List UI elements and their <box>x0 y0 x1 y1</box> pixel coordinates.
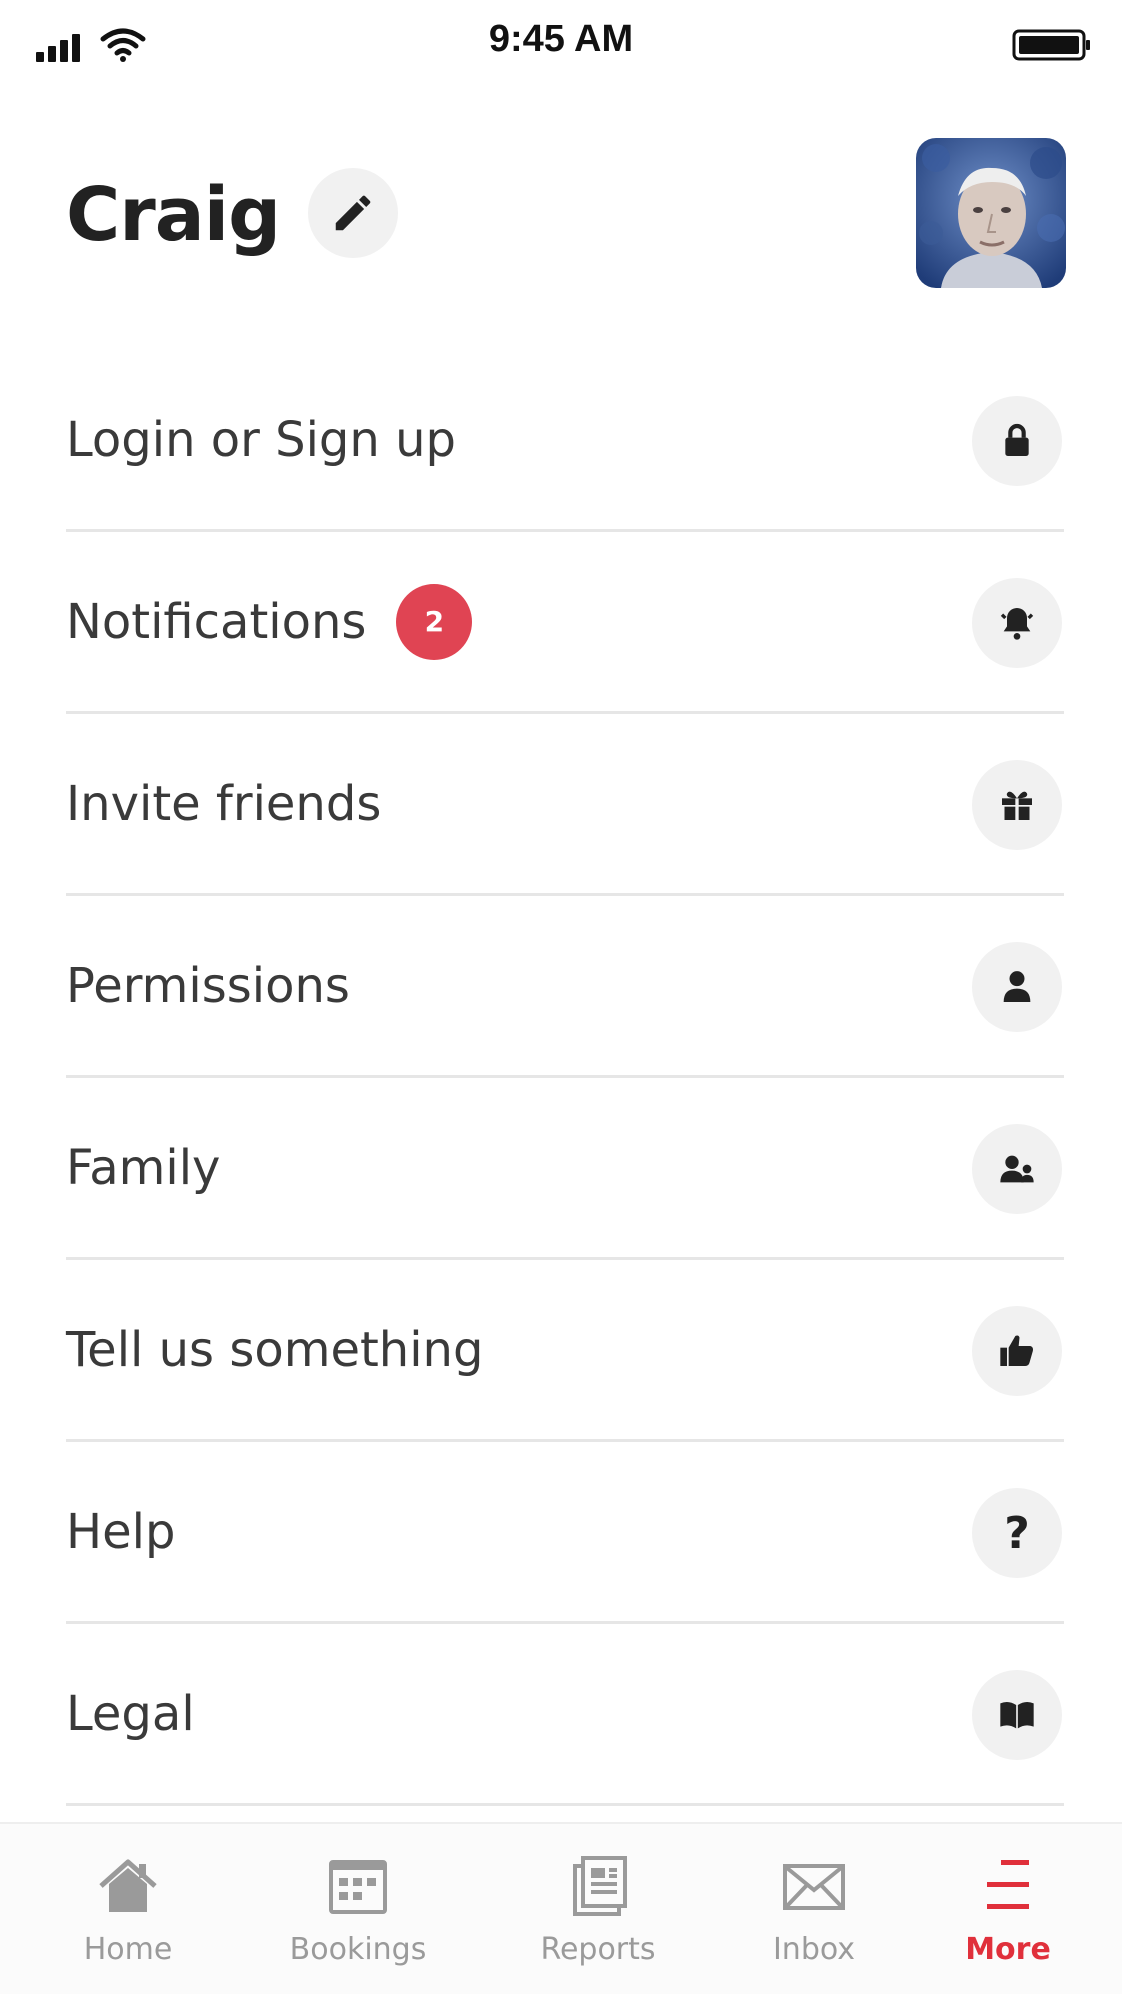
menu-item-invite[interactable]: Invite friends <box>66 714 1064 896</box>
menu-item-label: Legal <box>66 1685 195 1742</box>
tab-label: More <box>965 1932 1051 1967</box>
question-icon: ? <box>972 1488 1062 1578</box>
users-icon <box>972 1124 1062 1214</box>
menu-item-label: Invite friends <box>66 775 382 832</box>
user-icon <box>972 942 1062 1032</box>
menu-item-label: Permissions <box>66 957 350 1014</box>
envelope-icon <box>783 1864 845 1910</box>
menu-item-legal[interactable]: Legal <box>66 1624 1064 1806</box>
menu-item-label: Tell us something <box>66 1321 484 1378</box>
settings-menu: Login or Sign up Notifications 2 Invite … <box>66 350 1064 1806</box>
menu-item-login[interactable]: Login or Sign up <box>66 350 1064 532</box>
calendar-icon <box>329 1860 387 1914</box>
tab-home[interactable]: Home <box>38 1854 218 1967</box>
menu-icon <box>987 1860 1029 1909</box>
tab-label: Home <box>83 1932 173 1967</box>
menu-item-notifications[interactable]: Notifications 2 <box>66 532 1064 714</box>
avatar[interactable] <box>916 138 1066 288</box>
home-icon <box>99 1859 157 1912</box>
notification-badge: 2 <box>396 583 473 660</box>
battery-icon <box>1012 29 1090 61</box>
edit-profile-button[interactable] <box>308 168 398 258</box>
menu-item-label: Help <box>66 1503 176 1560</box>
status-bar: 9:45 AM <box>0 0 1122 90</box>
menu-item-permissions[interactable]: Permissions <box>66 896 1064 1078</box>
menu-item-help[interactable]: Help ? <box>66 1442 1064 1624</box>
tab-bar: Home Bookings Reports Inbox More <box>0 1822 1122 1994</box>
profile-name: Craig <box>66 172 281 258</box>
menu-item-label: Notifications <box>66 593 367 650</box>
thumbs-up-icon <box>972 1306 1062 1396</box>
lock-icon <box>972 396 1062 486</box>
tab-label: Bookings <box>289 1932 427 1967</box>
avatar-photo <box>916 138 1066 288</box>
tab-reports[interactable]: Reports <box>508 1854 688 1967</box>
report-icon <box>573 1856 627 1916</box>
book-icon <box>972 1670 1062 1760</box>
status-time: 9:45 AM <box>488 18 634 60</box>
menu-item-label: Family <box>66 1139 221 1196</box>
gift-icon <box>972 760 1062 850</box>
phone-screen: 9:45 AM Craig Login or Sign up Notificat… <box>0 0 1122 1994</box>
tab-bookings[interactable]: Bookings <box>268 1854 448 1967</box>
menu-item-label: Login or Sign up <box>66 411 456 468</box>
bell-icon <box>972 578 1062 668</box>
tab-inbox[interactable]: Inbox <box>724 1854 904 1967</box>
menu-item-feedback[interactable]: Tell us something <box>66 1260 1064 1442</box>
tab-more[interactable]: More <box>918 1854 1098 1967</box>
pencil-icon <box>335 195 371 231</box>
tab-label: Reports <box>540 1932 656 1967</box>
tab-label: Inbox <box>772 1932 856 1967</box>
menu-item-family[interactable]: Family <box>66 1078 1064 1260</box>
